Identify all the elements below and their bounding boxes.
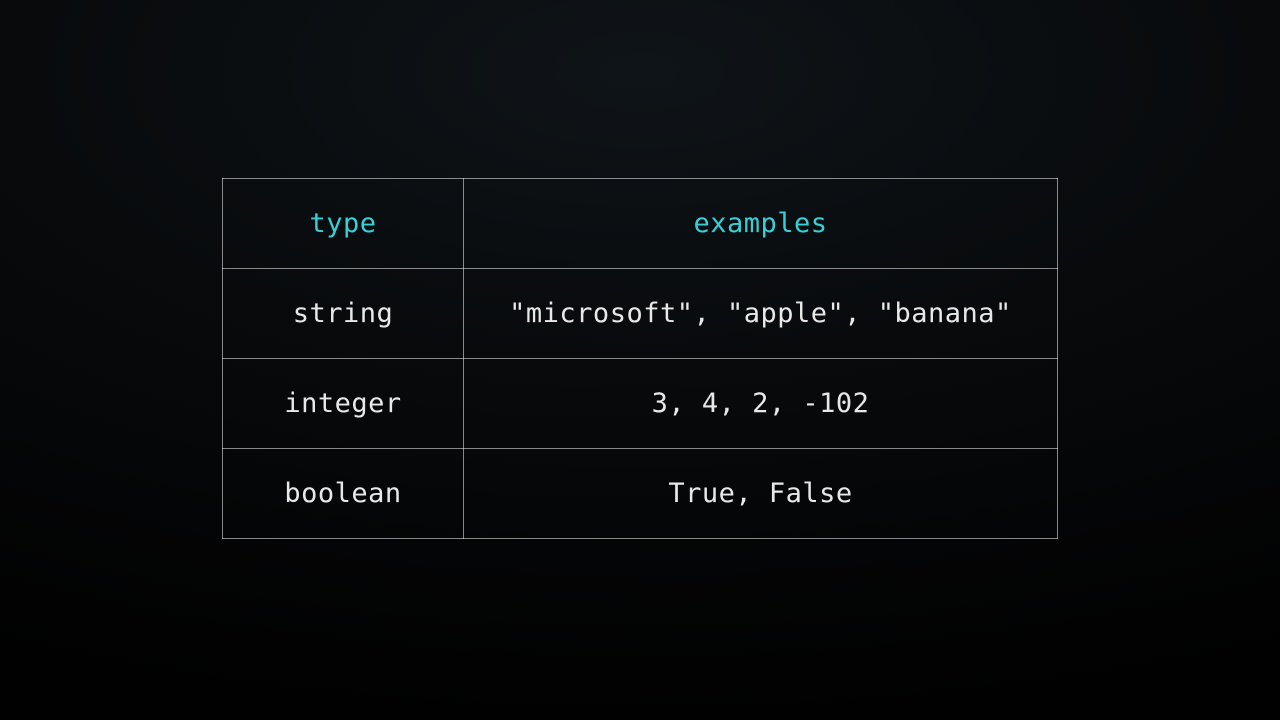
cell-type: string [223,268,464,358]
cell-examples: True, False [464,448,1058,538]
cell-type: boolean [223,448,464,538]
cell-examples: "microsoft", "apple", "banana" [464,268,1058,358]
table-row: string "microsoft", "apple", "banana" [223,268,1058,358]
table-header-row: type examples [223,178,1058,268]
table-row: integer 3, 4, 2, -102 [223,358,1058,448]
cell-type: integer [223,358,464,448]
header-examples: examples [464,178,1058,268]
header-type: type [223,178,464,268]
table-row: boolean True, False [223,448,1058,538]
types-table: type examples string "microsoft", "apple… [222,178,1058,539]
slide-stage: type examples string "microsoft", "apple… [0,0,1280,720]
cell-examples: 3, 4, 2, -102 [464,358,1058,448]
